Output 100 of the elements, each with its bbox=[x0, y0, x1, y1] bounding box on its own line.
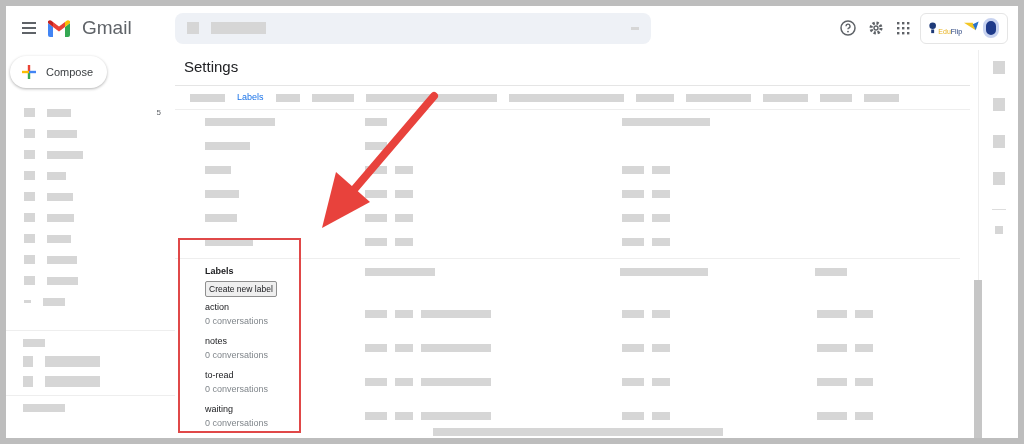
redacted-bar bbox=[652, 238, 670, 246]
redacted-bar bbox=[622, 378, 644, 387]
redacted-bar bbox=[863, 93, 899, 102]
redacted-bar bbox=[652, 310, 670, 319]
redacted-bar bbox=[622, 412, 644, 421]
redacted-bar bbox=[23, 339, 45, 347]
label-name[interactable]: to-read bbox=[205, 368, 365, 383]
redacted-bar bbox=[622, 310, 644, 319]
redacted-bar bbox=[622, 238, 644, 246]
help-icon[interactable] bbox=[840, 20, 856, 36]
redacted-bar bbox=[205, 142, 250, 150]
redacted-bar bbox=[395, 344, 413, 353]
redacted-bar bbox=[652, 190, 670, 198]
redacted-bar bbox=[855, 310, 873, 319]
redacted-bar bbox=[622, 214, 644, 222]
redacted-bar bbox=[23, 376, 33, 387]
page-title: Settings bbox=[175, 50, 970, 86]
redacted-bar bbox=[24, 108, 35, 117]
redacted-bar bbox=[24, 255, 35, 264]
redacted-bar bbox=[365, 190, 387, 198]
lightbulb-icon bbox=[929, 20, 937, 36]
redacted-bar bbox=[992, 172, 1005, 185]
redacted-bar bbox=[365, 378, 387, 387]
redacted-bar bbox=[421, 412, 491, 421]
redacted-bar bbox=[855, 412, 873, 421]
conversation-count: 0 conversations bbox=[205, 383, 270, 397]
redacted-bar bbox=[24, 276, 35, 285]
redacted-bar bbox=[815, 268, 847, 276]
redacted-bar bbox=[311, 93, 354, 102]
conversation-count: 0 conversations bbox=[205, 315, 270, 329]
redacted-bar bbox=[631, 26, 639, 30]
redacted-bar bbox=[622, 190, 644, 198]
app-name: Gmail bbox=[82, 15, 132, 40]
redacted-bar bbox=[365, 412, 387, 421]
create-label-button[interactable]: Create new label bbox=[205, 280, 277, 298]
redacted-bar bbox=[421, 344, 491, 353]
redacted-bar bbox=[365, 268, 435, 276]
label-name[interactable]: action bbox=[205, 300, 365, 315]
redacted-bar bbox=[365, 310, 387, 319]
redacted-bar bbox=[652, 412, 670, 421]
redacted-bar bbox=[24, 192, 35, 201]
redacted-bar bbox=[47, 192, 73, 201]
redacted-bar bbox=[622, 344, 644, 353]
redacted-bar bbox=[24, 150, 35, 159]
redacted-bar bbox=[365, 238, 387, 246]
redacted-bar bbox=[855, 378, 873, 387]
redacted-bar bbox=[817, 310, 847, 319]
settings-icon[interactable] bbox=[868, 20, 884, 36]
redacted-bar bbox=[992, 61, 1005, 74]
section-heading: Labels bbox=[205, 265, 234, 278]
redacted-bar bbox=[205, 238, 253, 246]
redacted-bar bbox=[622, 166, 644, 174]
conversation-count: 0 conversations bbox=[205, 417, 270, 431]
redacted-bar bbox=[205, 190, 239, 198]
menu-icon[interactable] bbox=[22, 22, 36, 34]
redacted-bar bbox=[395, 238, 413, 246]
label-name[interactable]: notes bbox=[205, 334, 365, 349]
redacted-bar bbox=[43, 297, 65, 306]
compose-button[interactable]: Compose bbox=[10, 56, 107, 88]
redacted-bar bbox=[365, 166, 387, 174]
redacted-bar bbox=[47, 276, 78, 285]
redacted-bar bbox=[421, 310, 491, 319]
redacted-bar bbox=[395, 310, 413, 319]
plus-icon bbox=[22, 65, 36, 79]
redacted-bar bbox=[395, 190, 413, 198]
redacted-bar bbox=[47, 255, 77, 264]
redacted-bar bbox=[47, 171, 66, 180]
redacted-bar bbox=[855, 344, 873, 353]
scrollbar[interactable] bbox=[974, 280, 982, 438]
redacted-bar bbox=[817, 412, 847, 421]
redacted-bar bbox=[395, 166, 413, 174]
redacted-bar bbox=[819, 93, 852, 102]
label-name[interactable]: waiting bbox=[205, 402, 365, 417]
redacted-bar bbox=[24, 300, 31, 303]
redacted-bar bbox=[205, 214, 237, 222]
redacted-bar bbox=[395, 378, 413, 387]
redacted-bar bbox=[395, 412, 413, 421]
redacted-bar bbox=[685, 93, 751, 102]
redacted-bar bbox=[365, 142, 387, 150]
redacted-bar bbox=[205, 118, 275, 126]
apps-grid-icon[interactable] bbox=[896, 21, 910, 35]
redacted-bar bbox=[365, 214, 387, 222]
redacted-bar bbox=[45, 356, 100, 367]
redacted-bar bbox=[24, 171, 35, 180]
redacted-bar bbox=[47, 108, 71, 117]
envelope-logo-icon bbox=[48, 19, 70, 37]
settings-tab[interactable]: Labels bbox=[237, 90, 264, 105]
redacted-bar bbox=[421, 378, 491, 387]
redacted-bar bbox=[47, 234, 71, 243]
redacted-bar bbox=[992, 135, 1005, 148]
redacted-bar bbox=[24, 234, 35, 243]
redacted-bar bbox=[992, 98, 1005, 111]
search-field[interactable] bbox=[175, 12, 651, 44]
redacted-bar bbox=[47, 213, 74, 222]
redacted-bar bbox=[24, 213, 35, 222]
redacted-bar bbox=[24, 129, 35, 138]
redacted-bar bbox=[652, 166, 670, 174]
avatar[interactable] bbox=[982, 18, 999, 38]
redacted-bar bbox=[187, 22, 199, 34]
redacted-bar bbox=[23, 356, 33, 367]
